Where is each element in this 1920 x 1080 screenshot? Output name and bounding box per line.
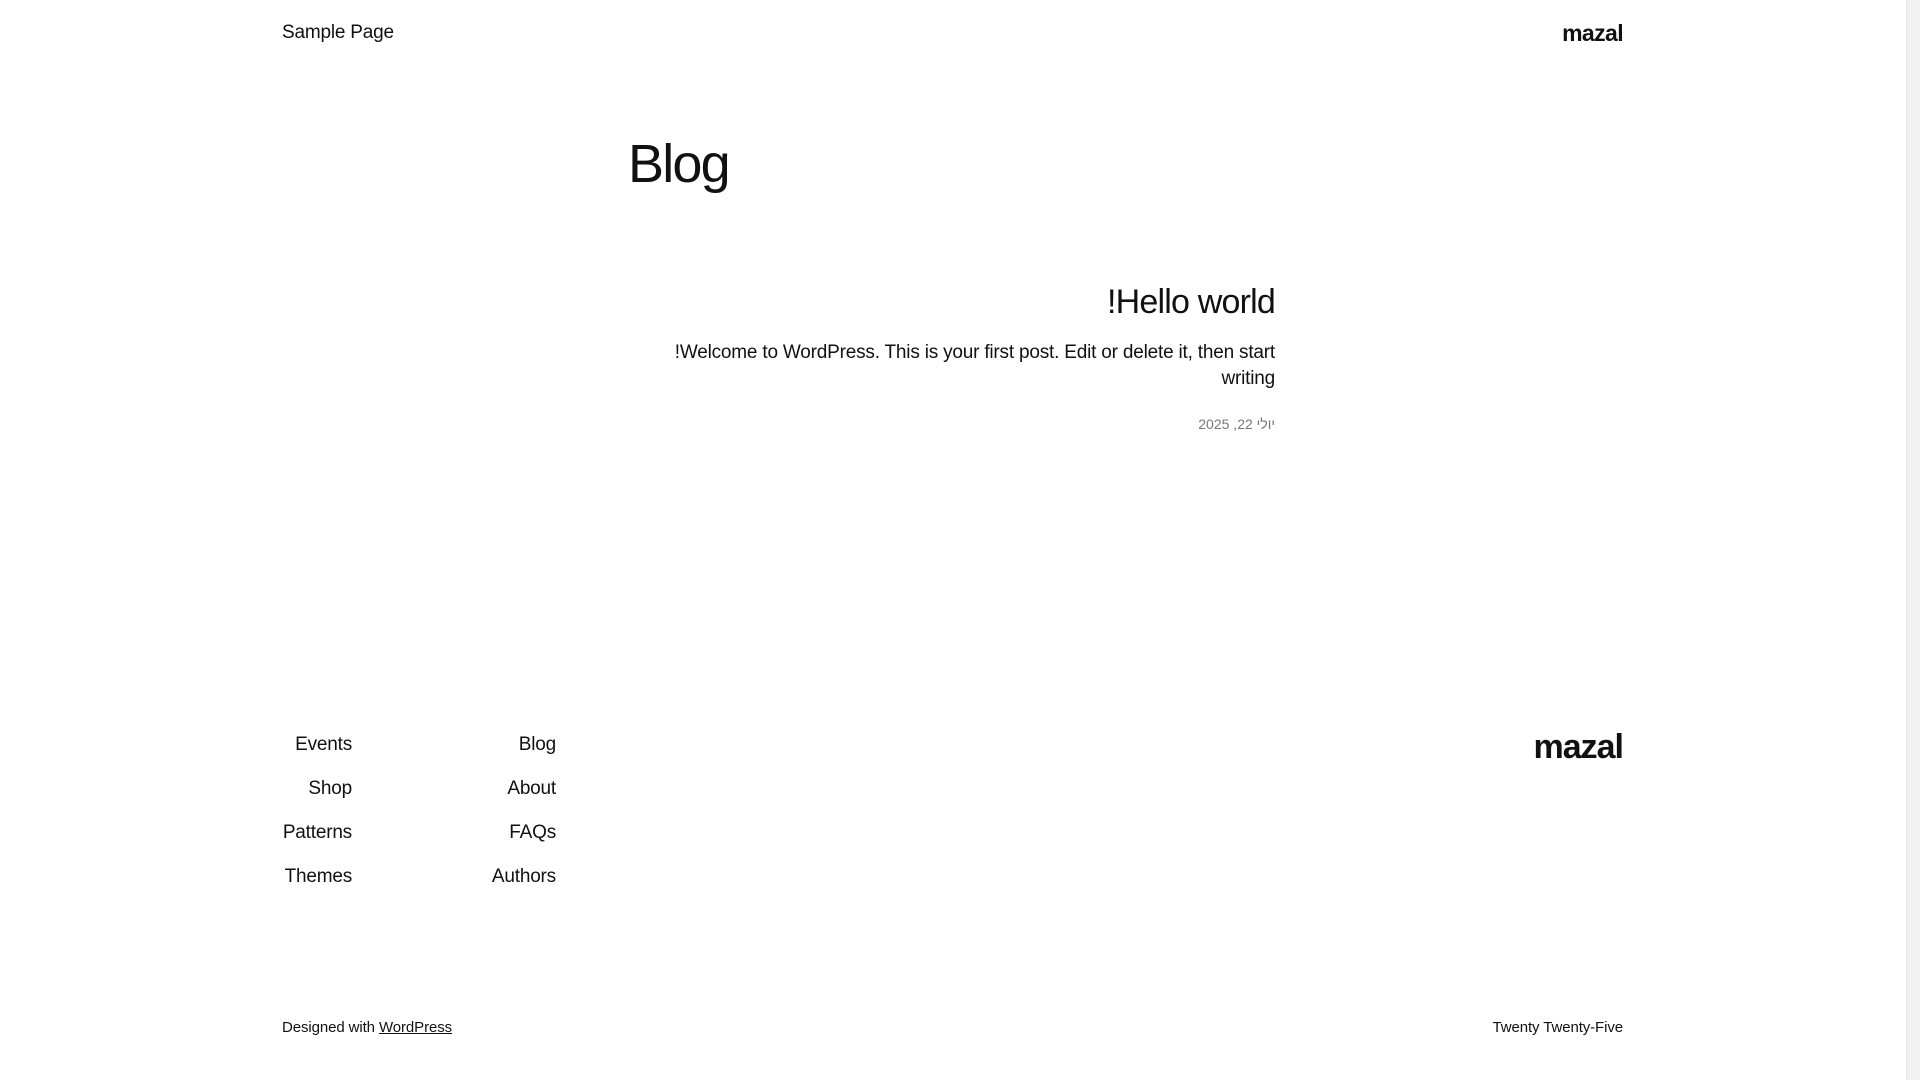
footer-credit: Designed with WordPress [282,1019,452,1036]
post-item: !Hello world !Welcome to WordPress. This… [628,282,1276,432]
footer-theme-name: Twenty Twenty-Five [1492,1019,1624,1036]
footer-link-shop[interactable]: Shop [252,777,352,801]
site-title-header[interactable]: mazal [1562,20,1624,47]
footer-nav-column-primary: Blog About FAQs Authors [456,733,556,889]
page: Sample Page mazal Blog !Hello world !Wel… [0,0,1920,1080]
footer-link-authors[interactable]: Authors [456,865,556,889]
footer-link-blog[interactable]: Blog [456,733,556,757]
footer-link-themes[interactable]: Themes [252,865,353,889]
footer-link-events[interactable]: Events [252,733,352,757]
post-title-link[interactable]: !Hello world [628,282,1276,322]
post-date: יולי 22, 2025 [1198,416,1275,432]
footer-link-faqs[interactable]: FAQs [456,821,556,845]
footer-credit-prefix: Designed with [282,1019,375,1036]
vertical-scrollbar[interactable] [1906,0,1920,1080]
page-title: Blog [628,134,731,194]
footer-link-about[interactable]: About [456,777,556,801]
nav-link-sample-page[interactable]: Sample Page [282,22,394,44]
site-title-footer[interactable]: mazal [1534,728,1624,767]
wordpress-link[interactable]: WordPress [379,1019,452,1036]
footer-nav-column-secondary: Events Shop Patterns Themes [252,733,352,889]
footer-link-patterns[interactable]: Patterns [252,821,352,845]
post-excerpt: !Welcome to WordPress. This is your firs… [674,342,1275,389]
